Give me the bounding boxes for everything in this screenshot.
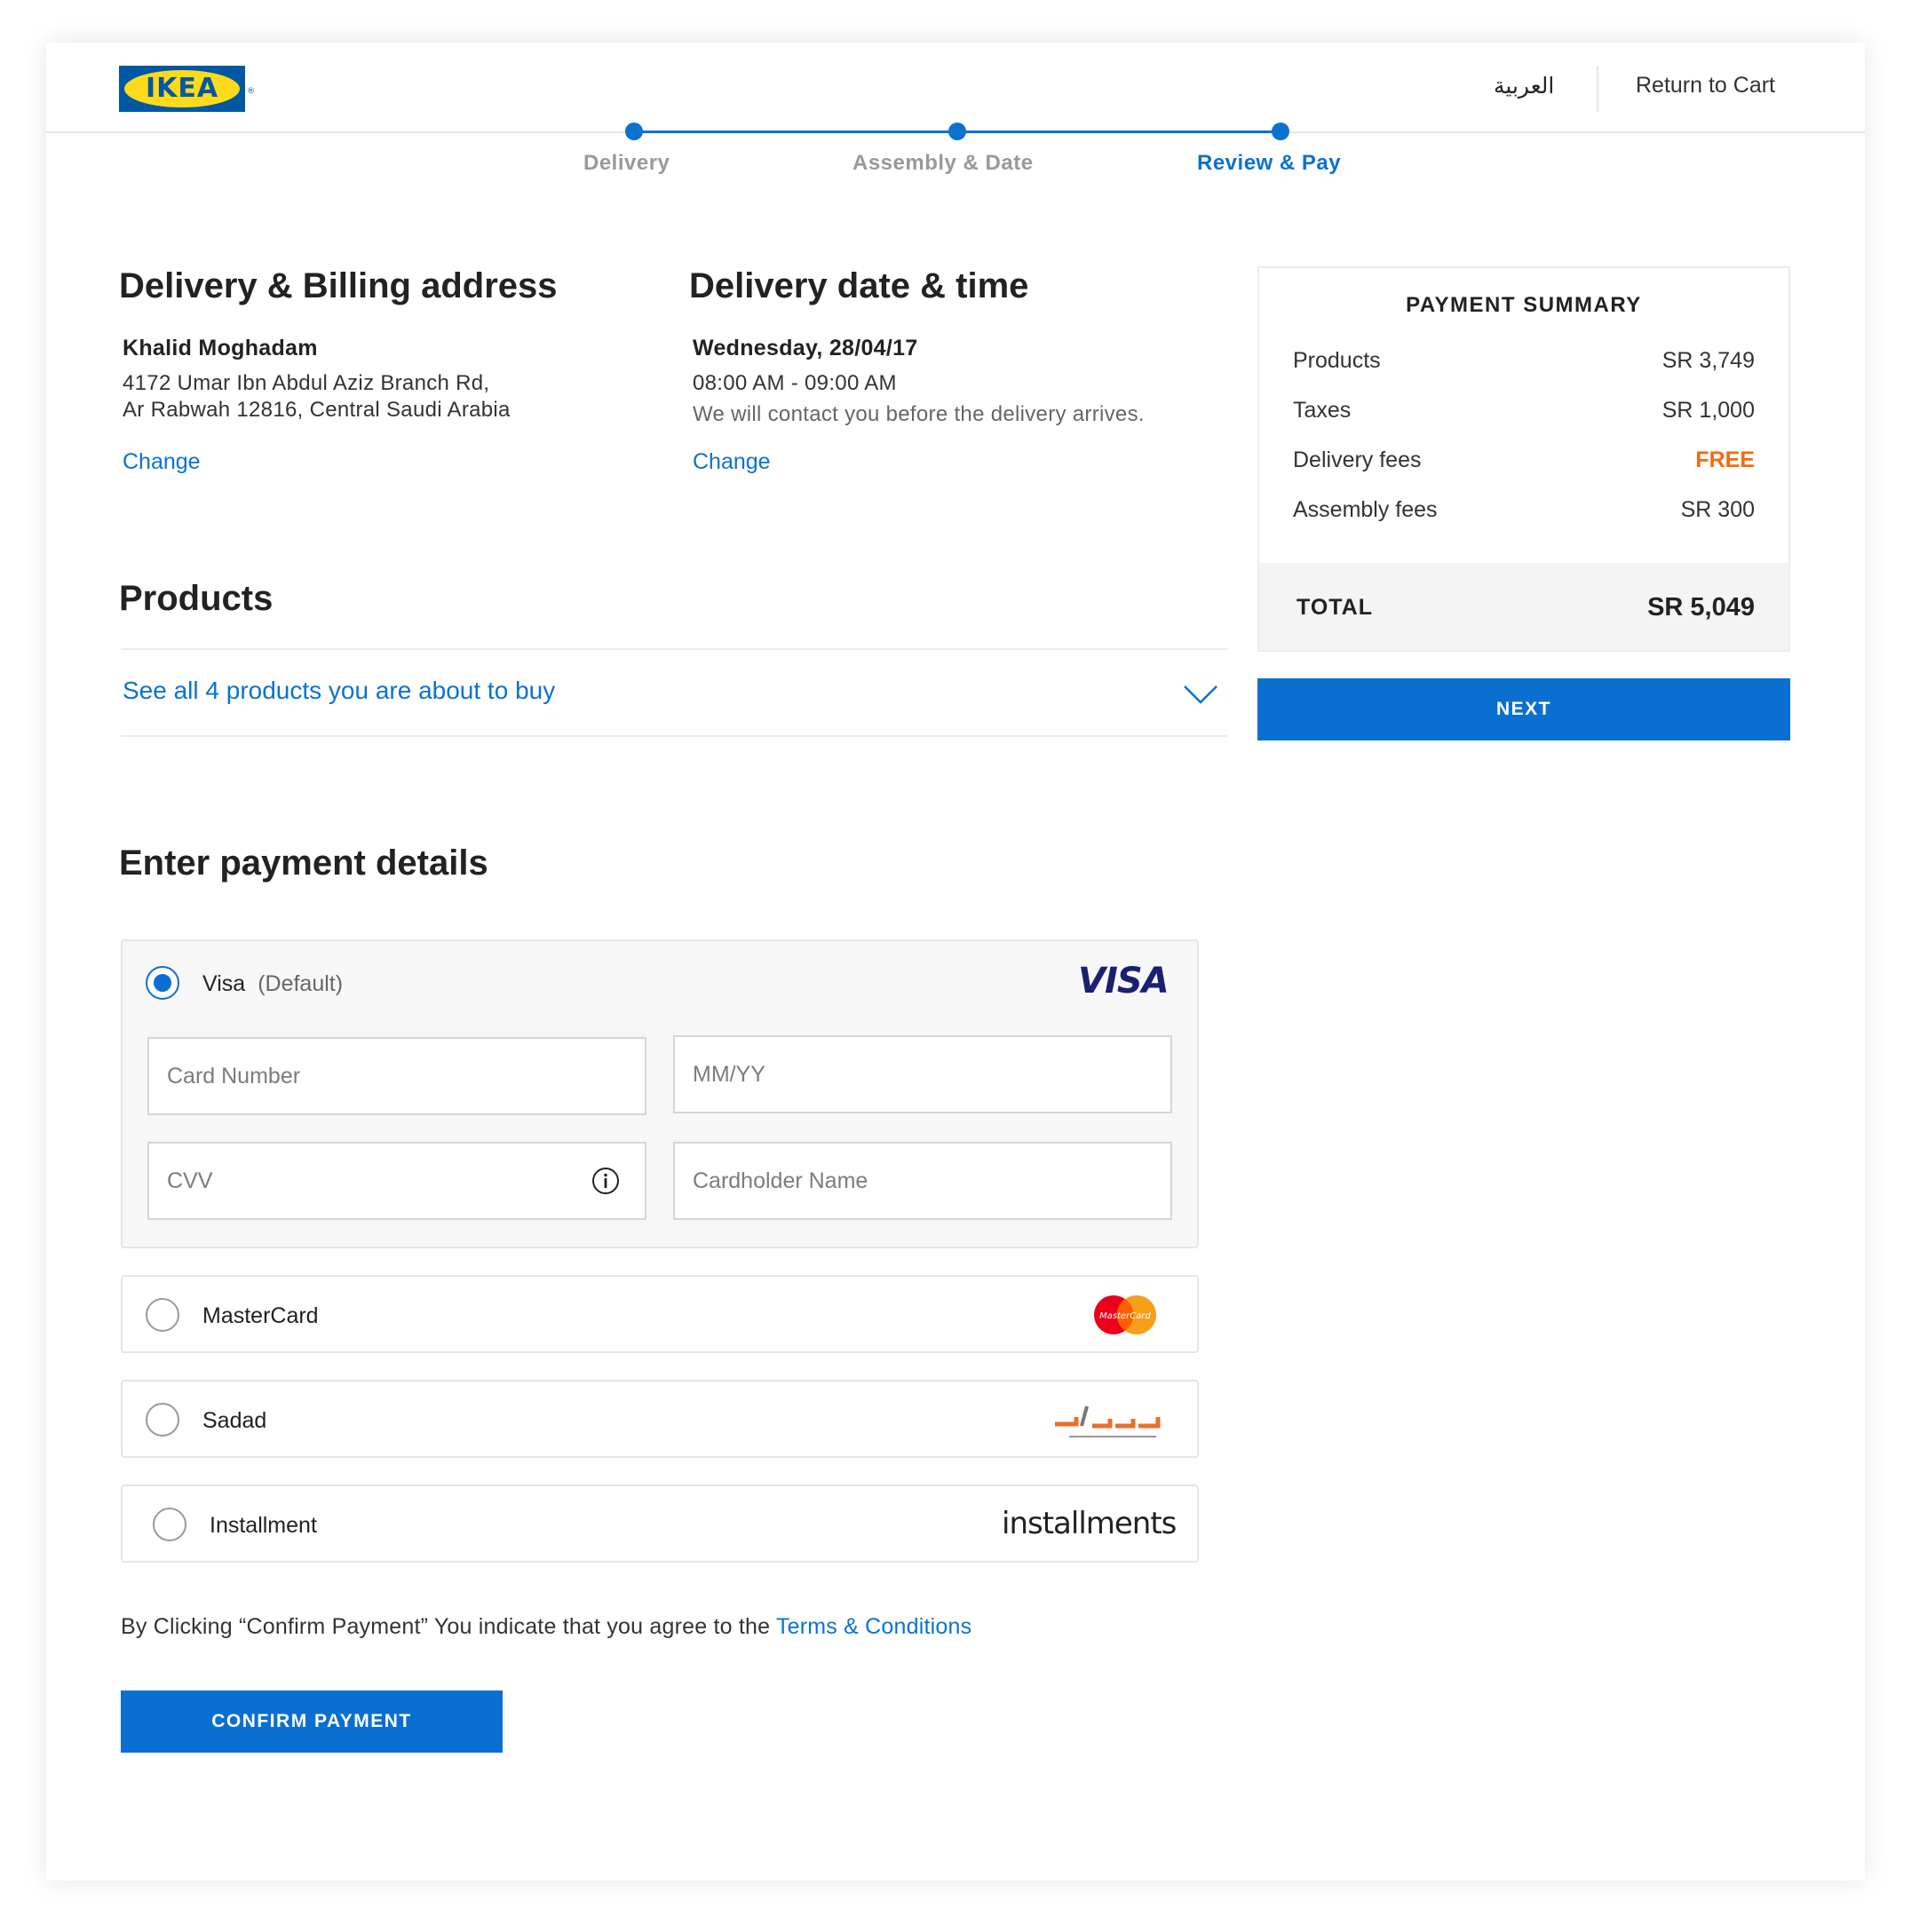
installments-logo: installments — [1002, 1506, 1177, 1541]
card-number-input[interactable] — [147, 1037, 646, 1115]
sadad-label: Sadad — [202, 1408, 267, 1433]
terms-text: By Clicking “Confirm Payment” You indica… — [121, 1614, 971, 1640]
change-address-link[interactable]: Change — [123, 449, 201, 475]
total-value: SR 5,049 — [1647, 593, 1755, 622]
visa-label-text: Visa — [202, 971, 246, 996]
address-line-1: 4172 Umar Ibn Abdul Aziz Branch Rd, — [123, 371, 490, 395]
cvv-input[interactable] — [147, 1142, 646, 1220]
return-to-cart-link[interactable]: Return to Cart — [1636, 73, 1775, 99]
visa-default-note: (Default) — [258, 971, 344, 996]
summary-title: PAYMENT SUMMARY — [1406, 293, 1642, 317]
summary-delivery-label: Delivery fees — [1293, 447, 1422, 472]
payment-option-sadad[interactable]: Sadad — [121, 1380, 1199, 1458]
summary-assembly-value: SR 300 — [1680, 497, 1755, 522]
mastercard-label: MasterCard — [202, 1303, 319, 1328]
step-label-assembly[interactable]: Assembly & Date — [852, 151, 1034, 176]
step-label-delivery[interactable]: Delivery — [583, 151, 670, 176]
address-line-2: Ar Rabwah 12816, Central Saudi Arabia — [123, 398, 511, 422]
sadad-radio[interactable] — [146, 1403, 179, 1437]
total-label: TOTAL — [1296, 595, 1374, 620]
chevron-down-icon[interactable] — [1183, 684, 1218, 705]
delivery-time-range: 08:00 AM - 09:00 AM — [693, 371, 897, 395]
visa-radio[interactable] — [146, 966, 179, 1000]
language-switch[interactable]: العربية — [1494, 73, 1554, 99]
step-dot-review — [1272, 123, 1289, 140]
stepper-line-2 — [957, 131, 1281, 133]
payment-option-mastercard[interactable]: MasterCard MasterCard — [121, 1275, 1199, 1353]
installment-label: Installment — [210, 1513, 317, 1538]
installment-radio[interactable] — [153, 1508, 186, 1541]
terms-sentence: By Clicking “Confirm Payment” You indica… — [121, 1614, 771, 1639]
visa-logo: VISA — [1078, 961, 1170, 1002]
summary-assembly-label: Assembly fees — [1293, 497, 1438, 522]
delivery-date: Wednesday, 28/04/17 — [693, 336, 918, 360]
stepper-line-1 — [634, 131, 957, 133]
payment-title: Enter payment details — [119, 843, 488, 883]
logo-text: IKEA — [145, 73, 219, 104]
cardholder-name-input[interactable] — [673, 1142, 1172, 1220]
sadad-logo-icon — [1055, 1405, 1161, 1437]
mastercard-logo-text: MasterCard — [1099, 1311, 1151, 1321]
summary-products-value: SR 3,749 — [1661, 348, 1755, 373]
delivery-time-title: Delivery date & time — [689, 266, 1029, 305]
mastercard-logo-icon: MasterCard — [1094, 1295, 1156, 1334]
confirm-payment-button[interactable]: CONFIRM PAYMENT — [121, 1690, 503, 1753]
step-dot-delivery[interactable] — [625, 123, 643, 140]
payment-option-installment[interactable]: Installment installments — [121, 1485, 1199, 1563]
visa-label: Visa (Default) — [202, 971, 343, 997]
address-title: Delivery & Billing address — [119, 266, 558, 305]
products-top-divider — [121, 648, 1227, 650]
payment-option-visa[interactable]: Visa (Default) VISA — [121, 939, 1199, 1248]
change-delivery-time-link[interactable]: Change — [693, 449, 771, 475]
summary-total-row: TOTAL SR 5,049 — [1259, 563, 1788, 650]
see-all-products-toggle[interactable]: See all 4 products you are about to buy — [123, 677, 555, 705]
products-bottom-divider — [121, 735, 1227, 737]
info-icon[interactable] — [591, 1167, 620, 1195]
delivery-note: We will contact you before the delivery … — [693, 402, 1145, 426]
summary-taxes-label: Taxes — [1293, 398, 1352, 423]
summary-delivery-value: FREE — [1695, 447, 1755, 472]
summary-products-label: Products — [1293, 348, 1381, 373]
expiry-input[interactable] — [673, 1035, 1172, 1113]
summary-taxes-value: SR 1,000 — [1661, 398, 1755, 423]
products-title: Products — [119, 579, 274, 618]
mastercard-radio[interactable] — [146, 1298, 179, 1332]
ikea-logo[interactable]: IKEA ® — [119, 66, 255, 112]
payment-summary-panel: PAYMENT SUMMARY Products SR 3,749 Taxes … — [1257, 266, 1790, 652]
terms-link[interactable]: Terms & Conditions — [776, 1614, 971, 1639]
header-divider — [1597, 66, 1598, 112]
checkout-card: IKEA ® العربية Return to Cart Delivery A… — [46, 43, 1865, 1881]
next-button[interactable]: NEXT — [1257, 678, 1790, 740]
step-dot-assembly[interactable] — [948, 123, 966, 140]
step-label-review: Review & Pay — [1197, 151, 1342, 175]
logo-oval: IKEA — [124, 70, 240, 107]
registered-mark: ® — [247, 87, 255, 96]
customer-name: Khalid Moghadam — [123, 336, 318, 360]
